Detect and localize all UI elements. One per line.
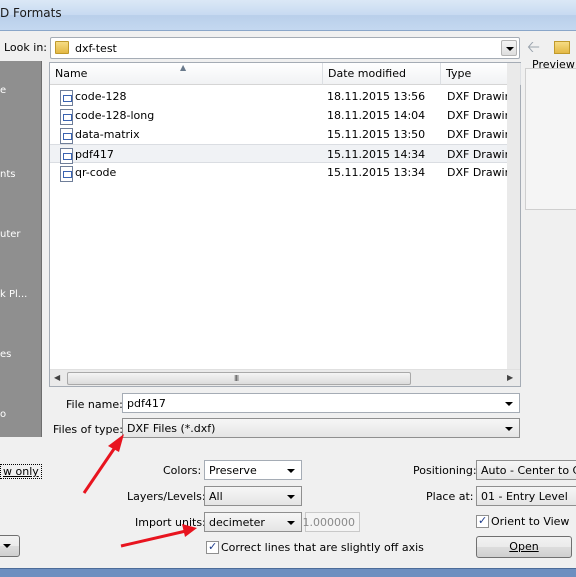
units-factor-input: 1.000000 xyxy=(303,512,360,532)
positioning-label: Positioning: xyxy=(413,464,477,477)
scroll-thumb[interactable]: III xyxy=(67,372,411,385)
left-dropdown-button[interactable] xyxy=(0,535,20,557)
view-only-toggle[interactable]: w only xyxy=(0,464,42,479)
column-header-name[interactable]: ▲ Name xyxy=(50,63,323,85)
scroll-left-icon[interactable]: ◀ xyxy=(54,373,60,382)
import-units-select[interactable]: decimeter xyxy=(204,512,302,532)
layers-label: Layers/Levels: xyxy=(127,490,206,503)
orient-to-view-label: Orient to View xyxy=(491,515,570,528)
folder-icon xyxy=(55,41,69,54)
colors-label: Colors: xyxy=(163,464,202,477)
layers-select[interactable]: All xyxy=(204,486,302,506)
file-name-input[interactable]: pdf417 xyxy=(122,393,520,413)
window-title: D Formats xyxy=(0,6,62,20)
file-row[interactable]: qr-code 15.11.2015 13:34 DXF Drawing I xyxy=(50,163,520,182)
place-at-label: Place at: xyxy=(426,490,474,503)
look-in-combo[interactable]: dxf-test xyxy=(50,37,520,59)
dxf-file-icon xyxy=(60,128,73,144)
look-in-value: dxf-test xyxy=(75,42,117,55)
places-item[interactable]: k Pl... xyxy=(0,289,42,300)
orient-to-view-checkbox[interactable] xyxy=(476,514,489,528)
correct-lines-checkbox[interactable] xyxy=(206,540,219,554)
horizontal-scrollbar[interactable]: ◀ III ▶ xyxy=(50,369,520,386)
file-list[interactable]: ▲ Name Date modified Type code-128 18.11… xyxy=(49,62,521,387)
title-bar[interactable]: D Formats xyxy=(0,0,576,31)
chevron-down-icon[interactable] xyxy=(283,463,299,479)
correct-lines-label: Correct lines that are slightly off axis xyxy=(221,541,424,554)
chevron-down-icon[interactable] xyxy=(501,396,517,412)
red-arrow-icon xyxy=(82,434,124,494)
vertical-scrollbar[interactable] xyxy=(507,63,520,369)
colors-select[interactable]: Preserve xyxy=(204,460,302,480)
places-item[interactable]: e xyxy=(0,85,42,96)
chevron-down-icon[interactable] xyxy=(283,489,299,505)
file-row[interactable]: code-128 18.11.2015 13:56 DXF Drawing I xyxy=(50,87,520,106)
places-item[interactable]: o xyxy=(0,409,42,420)
chevron-down-icon xyxy=(0,538,15,554)
positioning-select[interactable]: Auto - Center to Cen xyxy=(476,460,576,480)
file-name-label: File name: xyxy=(66,398,123,411)
dxf-file-icon xyxy=(60,166,73,182)
column-header-date[interactable]: Date modified xyxy=(323,63,441,85)
import-units-label: Import units: xyxy=(135,516,206,529)
open-button[interactable]: Open xyxy=(476,536,572,558)
chevron-down-icon[interactable] xyxy=(501,421,517,437)
places-item[interactable]: uter xyxy=(0,229,42,240)
file-row[interactable]: data-matrix 15.11.2015 13:50 DXF Drawing… xyxy=(50,125,520,144)
files-of-type-select[interactable]: DXF Files (*.dxf) xyxy=(122,418,520,438)
dxf-file-icon xyxy=(60,109,73,125)
sort-asc-icon: ▲ xyxy=(180,63,187,72)
places-bar: e nts uter k Pl... es o xyxy=(0,61,42,437)
dxf-file-icon xyxy=(60,90,73,106)
window-bottom-border xyxy=(0,568,576,577)
look-in-label: Look in: xyxy=(4,41,47,54)
chevron-down-icon[interactable] xyxy=(501,40,517,56)
preview-pane xyxy=(525,68,576,210)
places-item[interactable]: es xyxy=(0,349,42,360)
back-arrow-icon[interactable]: 🡠 xyxy=(527,38,545,56)
dxf-file-icon xyxy=(60,148,73,164)
files-of-type-label: Files of type: xyxy=(53,423,124,436)
scroll-right-icon[interactable]: ▶ xyxy=(507,373,513,382)
up-folder-icon[interactable] xyxy=(552,38,572,56)
chevron-down-icon[interactable] xyxy=(283,515,299,531)
places-item[interactable]: nts xyxy=(0,169,42,180)
file-row[interactable]: code-128-long 18.11.2015 14:04 DXF Drawi… xyxy=(50,106,520,125)
file-row-selected[interactable]: pdf417 15.11.2015 14:34 DXF Drawing I xyxy=(50,144,520,164)
place-at-select[interactable]: 01 - Entry Level xyxy=(476,486,576,506)
